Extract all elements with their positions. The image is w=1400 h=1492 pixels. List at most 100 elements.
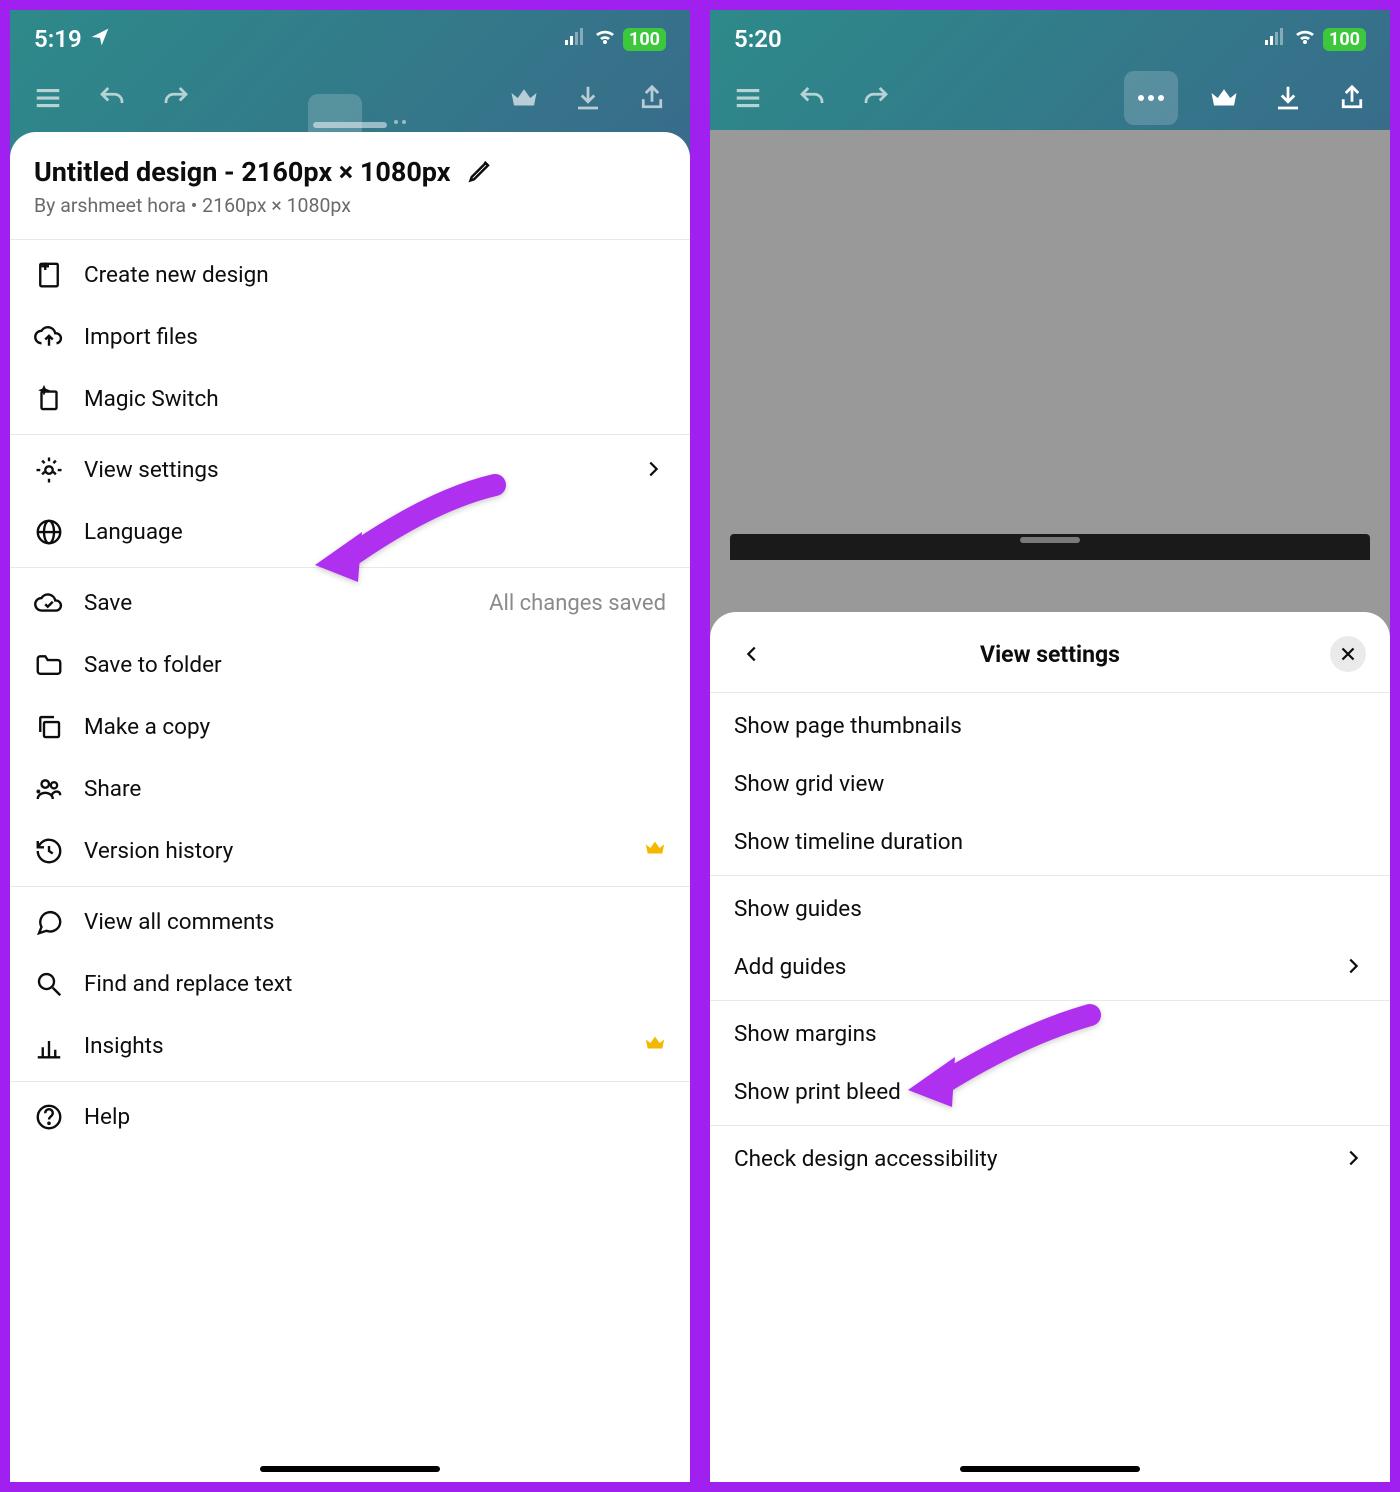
wifi-icon bbox=[1293, 24, 1317, 54]
premium-crown-icon bbox=[644, 837, 666, 865]
chevron-right-icon bbox=[1342, 1147, 1366, 1171]
check-accessibility-item[interactable]: Check design accessibility bbox=[710, 1130, 1390, 1188]
divider bbox=[10, 239, 690, 240]
back-button[interactable] bbox=[734, 636, 770, 672]
share-icon[interactable] bbox=[634, 80, 670, 116]
comment-icon bbox=[34, 907, 64, 937]
insights-item[interactable]: Insights bbox=[10, 1015, 690, 1077]
close-button[interactable] bbox=[1330, 636, 1366, 672]
history-icon bbox=[34, 836, 64, 866]
wifi-icon bbox=[593, 24, 617, 54]
menu-label: View settings bbox=[84, 457, 622, 483]
signal-icon bbox=[1263, 24, 1287, 54]
save-item[interactable]: Save All changes saved bbox=[10, 572, 690, 634]
version-history-item[interactable]: Version history bbox=[10, 820, 690, 882]
menu-label: Insights bbox=[84, 1033, 624, 1059]
design-title: Untitled design - 2160px × 1080px bbox=[34, 156, 451, 188]
canvas-frame bbox=[730, 534, 1370, 560]
save-to-folder-item[interactable]: Save to folder bbox=[10, 634, 690, 696]
people-icon bbox=[34, 774, 64, 804]
edit-title-icon[interactable] bbox=[467, 156, 495, 188]
globe-icon bbox=[34, 517, 64, 547]
help-item[interactable]: Help bbox=[10, 1086, 690, 1148]
status-time-group: 5:19 bbox=[34, 25, 110, 53]
show-bleed-item[interactable]: Show print bleed bbox=[710, 1063, 1390, 1121]
chevron-right-icon bbox=[642, 458, 666, 482]
show-thumbnails-item[interactable]: Show page thumbnails bbox=[710, 697, 1390, 755]
show-margins-item[interactable]: Show margins bbox=[710, 1005, 1390, 1063]
menu-label: View all comments bbox=[84, 909, 666, 935]
status-time-group: 5:20 bbox=[734, 25, 782, 53]
import-files-item[interactable]: Import files bbox=[10, 306, 690, 368]
language-item[interactable]: Language bbox=[10, 501, 690, 563]
redo-icon[interactable] bbox=[858, 80, 894, 116]
location-icon bbox=[90, 25, 110, 53]
chart-icon bbox=[34, 1031, 64, 1061]
save-status: All changes saved bbox=[489, 591, 666, 616]
menu-label: Save bbox=[84, 590, 469, 616]
divider bbox=[710, 1000, 1390, 1001]
status-time: 5:20 bbox=[734, 25, 782, 53]
menu-label: Magic Switch bbox=[84, 386, 666, 412]
crown-icon[interactable] bbox=[506, 80, 542, 116]
chevron-right-icon bbox=[1342, 955, 1366, 979]
status-icons: 100 bbox=[563, 24, 666, 54]
menu-icon[interactable] bbox=[30, 80, 66, 116]
menu-label: Language bbox=[84, 519, 666, 545]
sheet-title: View settings bbox=[770, 641, 1330, 668]
canvas-notch bbox=[1020, 537, 1080, 543]
folder-icon bbox=[34, 650, 64, 680]
phone-right: 5:20 100 View settings bbox=[706, 6, 1394, 1486]
menu-label: Save to folder bbox=[84, 652, 666, 678]
item-label: Add guides bbox=[734, 954, 1342, 980]
share-icon[interactable] bbox=[1334, 80, 1370, 116]
add-guides-item[interactable]: Add guides bbox=[710, 938, 1390, 996]
magic-switch-item[interactable]: Magic Switch bbox=[10, 368, 690, 430]
item-label: Check design accessibility bbox=[734, 1146, 1342, 1172]
menu-label: Make a copy bbox=[84, 714, 666, 740]
item-label: Show page thumbnails bbox=[734, 713, 1366, 739]
show-grid-item[interactable]: Show grid view bbox=[710, 755, 1390, 813]
premium-crown-icon bbox=[644, 1032, 666, 1060]
create-new-design-item[interactable]: Create new design bbox=[10, 244, 690, 306]
show-guides-item[interactable]: Show guides bbox=[710, 880, 1390, 938]
view-settings-item[interactable]: View settings bbox=[10, 439, 690, 501]
find-replace-item[interactable]: Find and replace text bbox=[10, 953, 690, 1015]
item-label: Show guides bbox=[734, 896, 1366, 922]
crown-icon[interactable] bbox=[1206, 80, 1242, 116]
divider bbox=[10, 567, 690, 568]
make-copy-item[interactable]: Make a copy bbox=[10, 696, 690, 758]
undo-icon[interactable] bbox=[794, 80, 830, 116]
drag-dots bbox=[394, 120, 406, 124]
menu-label: Help bbox=[84, 1104, 666, 1130]
more-button[interactable] bbox=[1124, 71, 1178, 125]
signal-icon bbox=[563, 24, 587, 54]
design-byline: By arshmeet hora • 2160px × 1080px bbox=[10, 194, 690, 235]
plus-document-icon bbox=[34, 260, 64, 290]
undo-icon[interactable] bbox=[94, 80, 130, 116]
menu-label: Find and replace text bbox=[84, 971, 666, 997]
item-label: Show timeline duration bbox=[734, 829, 1366, 855]
share-item[interactable]: Share bbox=[10, 758, 690, 820]
phone-left: 5:19 100 Untitled design - 2160px × 1080… bbox=[6, 6, 694, 1486]
divider bbox=[10, 1081, 690, 1082]
battery-badge: 100 bbox=[623, 28, 666, 51]
show-timeline-item[interactable]: Show timeline duration bbox=[710, 813, 1390, 871]
status-bar: 5:20 100 bbox=[710, 10, 1390, 68]
redo-icon[interactable] bbox=[158, 80, 194, 116]
menu-icon[interactable] bbox=[730, 80, 766, 116]
divider bbox=[10, 886, 690, 887]
home-indicator[interactable] bbox=[260, 1466, 440, 1472]
download-icon[interactable] bbox=[570, 80, 606, 116]
copy-icon bbox=[34, 712, 64, 742]
view-comments-item[interactable]: View all comments bbox=[10, 891, 690, 953]
download-icon[interactable] bbox=[1270, 80, 1306, 116]
menu-label: Create new design bbox=[84, 262, 666, 288]
gear-icon bbox=[34, 455, 64, 485]
help-icon bbox=[34, 1102, 64, 1132]
item-label: Show print bleed bbox=[734, 1079, 1366, 1105]
home-indicator[interactable] bbox=[960, 1466, 1140, 1472]
magic-icon bbox=[34, 384, 64, 414]
cloud-check-icon bbox=[34, 588, 64, 618]
divider bbox=[10, 434, 690, 435]
